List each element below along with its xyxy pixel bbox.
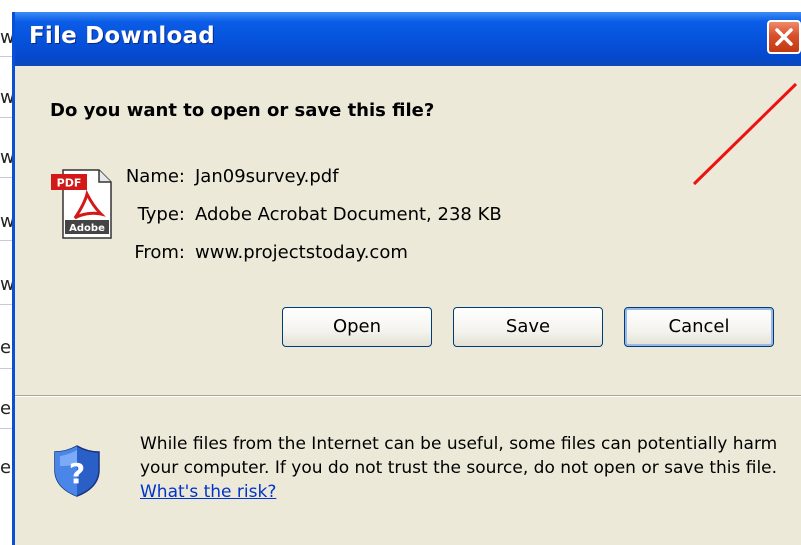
file-type-value: Adobe Acrobat Document, 238 KB bbox=[195, 204, 502, 225]
file-type-label: Type: bbox=[137, 204, 185, 225]
background-gridline bbox=[0, 304, 12, 305]
pdf-icon-label: PDF bbox=[57, 177, 82, 190]
background-gridline bbox=[0, 368, 12, 369]
background-cell-text: w bbox=[0, 88, 12, 108]
background-cell-text: e bbox=[0, 458, 12, 478]
file-type-row: Type: Adobe Acrobat Document, 238 KB bbox=[85, 204, 685, 230]
file-source-value: www.projectstoday.com bbox=[195, 242, 408, 263]
screen: w w w w w e e e File Download Do you wan… bbox=[0, 0, 801, 545]
file-name-label: Name: bbox=[125, 166, 185, 187]
background-gridline bbox=[0, 177, 12, 178]
background-cell-text: e bbox=[0, 399, 12, 419]
open-button[interactable]: Open bbox=[282, 307, 432, 347]
background-spreadsheet-edge: w w w w w e e e bbox=[0, 0, 12, 545]
dialog-title: File Download bbox=[29, 23, 215, 49]
svg-text:?: ? bbox=[69, 457, 85, 490]
background-gridline bbox=[0, 56, 12, 57]
background-cell-text: w bbox=[0, 275, 12, 295]
dialog-separator bbox=[15, 395, 801, 397]
security-shield-icon: ? bbox=[52, 444, 102, 498]
background-cell-text: e bbox=[0, 338, 12, 358]
file-download-dialog: File Download Do you want to open or sav… bbox=[12, 12, 801, 545]
security-warning: While files from the Internet can be use… bbox=[140, 432, 790, 504]
dialog-titlebar[interactable]: File Download bbox=[15, 12, 801, 66]
whats-the-risk-link[interactable]: What's the risk? bbox=[140, 482, 276, 502]
background-cell-text: w bbox=[0, 212, 12, 232]
save-button[interactable]: Save bbox=[453, 307, 603, 347]
close-button[interactable] bbox=[767, 20, 801, 54]
dialog-question: Do you want to open or save this file? bbox=[50, 100, 435, 121]
background-gridline bbox=[0, 240, 12, 241]
warning-text: While files from the Internet can be use… bbox=[140, 434, 778, 478]
cancel-button[interactable]: Cancel bbox=[624, 307, 774, 347]
close-icon bbox=[775, 28, 793, 46]
background-cell-text: w bbox=[0, 148, 12, 168]
file-name-row: Name: Jan09survey.pdf bbox=[85, 166, 685, 192]
background-gridline bbox=[0, 428, 12, 429]
background-cell-text: w bbox=[0, 28, 12, 48]
background-gridline bbox=[0, 117, 12, 118]
file-name-value: Jan09survey.pdf bbox=[195, 166, 339, 187]
file-source-label: From: bbox=[134, 242, 185, 263]
file-source-row: From: www.projectstoday.com bbox=[85, 242, 685, 268]
